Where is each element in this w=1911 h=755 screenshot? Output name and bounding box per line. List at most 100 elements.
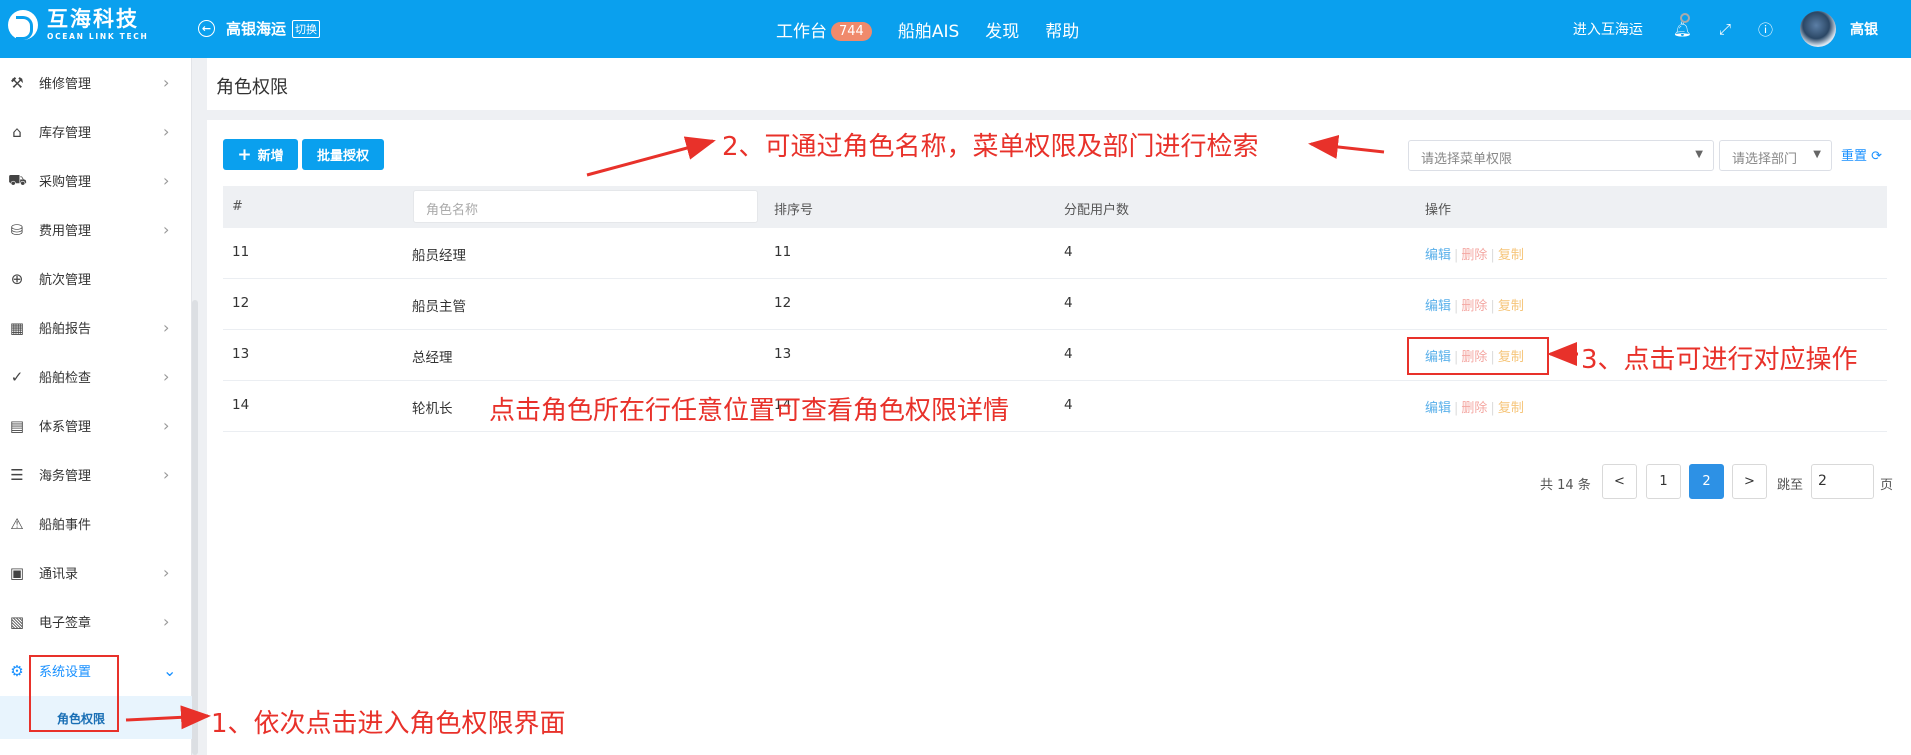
edit-button[interactable]: 编辑 <box>1425 401 1451 416</box>
sidebar-item-label: 通讯录 <box>39 567 79 582</box>
company-name: 高银海运 <box>226 20 287 38</box>
add-button-label: 新增 <box>257 149 284 164</box>
sidebar-scrollbar[interactable] <box>192 300 198 755</box>
batch-authorize-button[interactable]: 批量授权 <box>302 139 384 170</box>
chevron-right-icon: › <box>163 416 170 435</box>
reset-label: 重置 <box>1841 149 1868 164</box>
switch-company-button[interactable]: 切换 <box>292 19 321 38</box>
signpost-icon: ☰ <box>10 465 24 484</box>
table-row[interactable]: 11 船员经理 11 4 编辑 | 删除 | 复制 <box>223 228 1887 279</box>
logo-subtitle: OCEAN LINK TECH <box>47 32 149 41</box>
department-select[interactable]: 请选择部门 ▼ <box>1719 140 1832 171</box>
workbench-badge: 744 <box>831 22 872 41</box>
menu-permission-placeholder: 请选择菜单权限 <box>1421 152 1513 167</box>
cell-user-count: 4 <box>1064 397 1073 413</box>
sidebar-item-expense[interactable]: ⛁ 费用管理 › <box>0 205 192 254</box>
copy-button[interactable]: 复制 <box>1498 401 1524 416</box>
role-name-filter-input[interactable]: 角色名称 <box>413 190 758 223</box>
sidebar-item-contacts[interactable]: ▣ 通讯录 › <box>0 548 192 597</box>
chevron-right-icon: › <box>163 73 170 92</box>
cell-id: 13 <box>232 346 250 362</box>
sidebar-item-inventory[interactable]: ⌂ 库存管理 › <box>0 107 192 156</box>
sidebar-item-ship-inspection[interactable]: ✓ 船舶检查 › <box>0 352 192 401</box>
plus-icon: + <box>237 144 252 165</box>
sidebar-item-voyage[interactable]: ⊕ 航次管理 <box>0 254 192 303</box>
table-header: # 角色名称 排序号 分配用户数 操作 <box>223 186 1887 228</box>
sidebar-item-purchase[interactable]: ⛟ 采购管理 › <box>0 156 192 205</box>
page-title: 角色权限 <box>216 77 288 98</box>
clipboard-icon: ▤ <box>9 416 25 435</box>
address-book-icon: ▣ <box>9 563 25 582</box>
enter-huhaiyun-link[interactable]: 进入互海运 <box>1573 19 1643 39</box>
top-bar: 互海科技 OCEAN LINK TECH ← 高银海运 切换 工作台 744 船舶… <box>0 0 1911 58</box>
add-button[interactable]: + 新增 <box>223 139 298 170</box>
edit-button[interactable]: 编辑 <box>1425 299 1451 314</box>
logo-icon <box>8 9 38 40</box>
nav-workbench[interactable]: 工作台 744 <box>776 17 872 42</box>
page-button-2[interactable]: 2 <box>1689 464 1724 499</box>
chevron-right-icon: › <box>163 122 170 141</box>
nav-workbench-label: 工作台 <box>776 22 827 42</box>
avatar[interactable] <box>1800 11 1836 47</box>
delete-button[interactable]: 删除 <box>1461 299 1487 314</box>
nav-help[interactable]: 帮助 <box>1045 17 1079 42</box>
cell-id: 14 <box>232 397 250 413</box>
sidebar-item-ship-events[interactable]: ⚠ 船舶事件 <box>0 499 192 548</box>
annotation-row-note: 点击角色所在行任意位置可查看角色权限详情 <box>489 396 1010 426</box>
sidebar: ⚒ 维修管理 › ⌂ 库存管理 › ⛟ 采购管理 › ⛁ 费用管理 › ⊕ 航次管理 ▦ 船舶报告 ›… <box>0 58 192 755</box>
jump-page-input[interactable]: 2 <box>1811 464 1874 499</box>
top-nav: 工作台 744 船舶AIS 发现 帮助 <box>776 17 1105 42</box>
department-placeholder: 请选择部门 <box>1732 152 1798 167</box>
cell-order: 11 <box>774 244 792 260</box>
header-actions: 操作 <box>1425 203 1452 218</box>
cell-user-count: 4 <box>1064 244 1073 260</box>
edit-button[interactable]: 编辑 <box>1425 248 1451 263</box>
delete-button[interactable]: 删除 <box>1461 401 1487 416</box>
help-icon[interactable]: ⓘ <box>1758 19 1773 40</box>
nav-discover[interactable]: 发现 <box>985 17 1019 42</box>
company-switcher[interactable]: ← 高银海运 切换 <box>198 18 321 39</box>
copy-button[interactable]: 复制 <box>1498 299 1524 314</box>
menu-permission-select[interactable]: 请选择菜单权限 ▼ <box>1408 140 1714 171</box>
page-header: 角色权限 <box>207 58 1911 110</box>
sidebar-item-label: 海务管理 <box>39 469 92 484</box>
table-row[interactable]: 12 船员主管 12 4 编辑 | 删除 | 复制 <box>223 279 1887 330</box>
prev-page-button[interactable]: < <box>1602 464 1637 499</box>
annotation-step1: 1、依次点击进入角色权限界面 <box>211 709 566 739</box>
sidebar-item-maritime[interactable]: ☰ 海务管理 › <box>0 450 192 499</box>
chevron-right-icon: › <box>163 465 170 484</box>
cell-role-name: 船员经理 <box>412 248 466 264</box>
back-arrow-icon[interactable]: ← <box>198 20 215 37</box>
fullscreen-icon[interactable]: ⤢ <box>1719 20 1731 38</box>
chevron-right-icon: › <box>163 563 170 582</box>
seal-icon: ▧ <box>9 612 25 631</box>
nav-ship-ais[interactable]: 船舶AIS <box>898 17 959 42</box>
username[interactable]: 高银 <box>1850 19 1878 39</box>
cell-role-name: 总经理 <box>412 350 453 366</box>
next-page-button[interactable]: > <box>1732 464 1767 499</box>
sidebar-item-system-mgmt[interactable]: ▤ 体系管理 › <box>0 401 192 450</box>
sidebar-item-e-seal[interactable]: ▧ 电子签章 › <box>0 597 192 646</box>
annotation-step2: 2、可通过角色名称，菜单权限及部门进行检索 <box>722 132 1259 162</box>
cell-user-count: 4 <box>1064 346 1073 362</box>
sidebar-item-ship-report[interactable]: ▦ 船舶报告 › <box>0 303 192 352</box>
bell-icon[interactable]: 🔔︎ <box>1673 13 1692 38</box>
reset-button[interactable]: 重置 ⟳ <box>1841 145 1882 164</box>
chevron-right-icon: › <box>163 318 170 337</box>
delete-button[interactable]: 删除 <box>1461 248 1487 263</box>
copy-button[interactable]: 复制 <box>1498 248 1524 263</box>
logo[interactable]: 互海科技 OCEAN LINK TECH <box>8 9 149 41</box>
chevron-right-icon: › <box>163 367 170 386</box>
pagination-total: 共 14 条 <box>1540 478 1591 493</box>
table-row[interactable]: 14 轮机长 14 4 编辑 | 删除 | 复制 <box>223 381 1887 432</box>
sidebar-item-label: 船舶事件 <box>39 518 92 533</box>
sidebar-item-maintenance[interactable]: ⚒ 维修管理 › <box>0 58 192 107</box>
cell-user-count: 4 <box>1064 295 1073 311</box>
header-user-count: 分配用户数 <box>1064 203 1130 218</box>
sidebar-item-label: 航次管理 <box>39 273 92 288</box>
refresh-icon: ⟳ <box>1871 149 1883 164</box>
page-button-1[interactable]: 1 <box>1646 464 1681 499</box>
chevron-right-icon: › <box>163 220 170 239</box>
jump-page-value: 2 <box>1818 473 1827 489</box>
header-order: 排序号 <box>774 203 814 218</box>
